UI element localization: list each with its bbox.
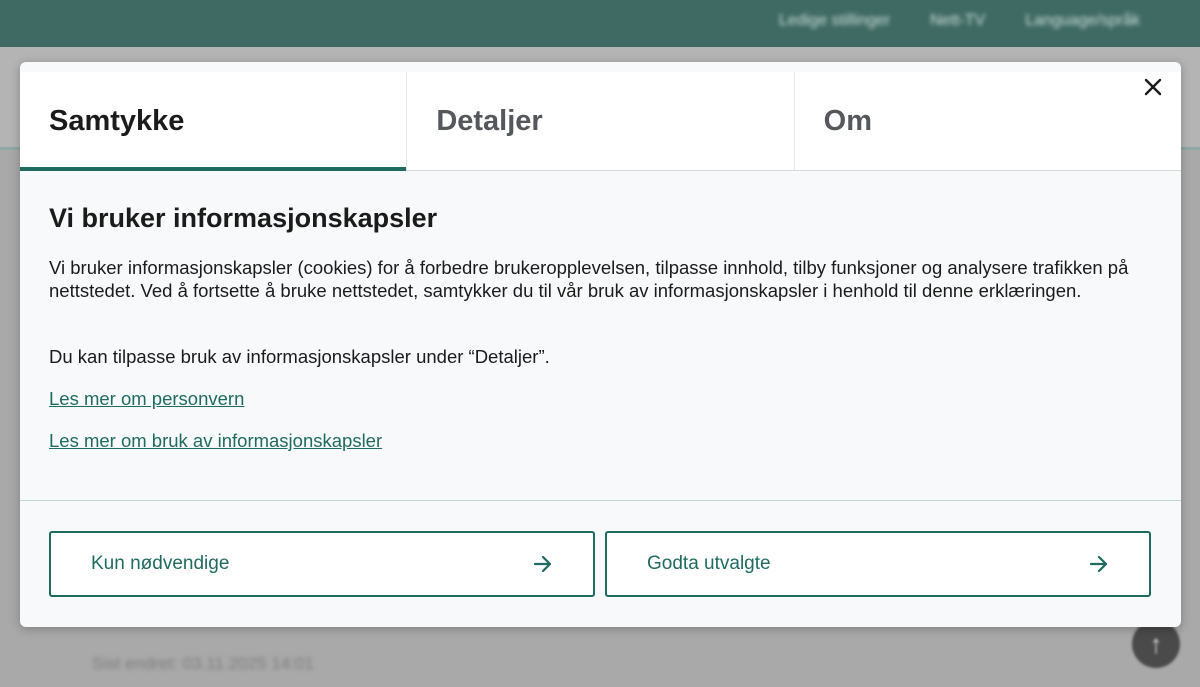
scroll-to-top-button[interactable]: ↑	[1132, 620, 1180, 668]
tab-details[interactable]: Detaljer	[406, 72, 793, 170]
accept-selected-button[interactable]: Godta utvalgte	[605, 531, 1151, 597]
arrow-up-icon: ↑	[1149, 628, 1163, 659]
tab-about-label: Om	[823, 104, 872, 137]
tab-consent-label: Samtykke	[49, 104, 185, 137]
dialog-heading: Vi bruker informasjonskapsler	[49, 203, 438, 233]
necessary-only-button[interactable]: Kun nødvendige	[49, 531, 595, 597]
tab-consent[interactable]: Samtykke	[20, 72, 407, 171]
nav-item-tv[interactable]: Nett-TV	[930, 12, 985, 30]
site-header: Ledige stillinger Nett-TV Language/språk	[0, 0, 1200, 47]
cookie-consent-dialog: Samtykke Detaljer Om Vi bruker informasj…	[20, 62, 1181, 627]
arrow-right-icon	[1089, 555, 1108, 573]
privacy-link[interactable]: Les mer om personvern	[49, 388, 244, 410]
last-modified-text: Sist endret: 03.11.2025 14:01	[92, 654, 314, 673]
accept-selected-label: Godta utvalgte	[647, 553, 771, 574]
site-nav: Ledige stillinger Nett-TV Language/språk	[779, 12, 1140, 30]
necessary-only-label: Kun nødvendige	[91, 553, 230, 574]
nav-item-language[interactable]: Language/språk	[1025, 12, 1140, 30]
close-icon	[1144, 78, 1162, 96]
cookie-description: Vi bruker informasjonskapsler (cookies) …	[49, 257, 1129, 301]
tab-about[interactable]: Om	[793, 72, 1181, 170]
nav-item-jobs[interactable]: Ledige stillinger	[779, 12, 890, 30]
cookie-info-link[interactable]: Les mer om bruk av informasjonskapsler	[49, 430, 382, 452]
close-button[interactable]	[1141, 75, 1165, 99]
arrow-right-icon	[533, 555, 552, 573]
consent-content: Vi bruker informasjonskapsler Vi bruker …	[49, 202, 1149, 451]
customize-hint: Du kan tilpasse bruk av informasjonskaps…	[49, 346, 550, 367]
tab-details-label: Detaljer	[436, 104, 543, 137]
tab-bar: Samtykke Detaljer Om	[20, 72, 1181, 171]
footer-divider	[20, 500, 1181, 501]
